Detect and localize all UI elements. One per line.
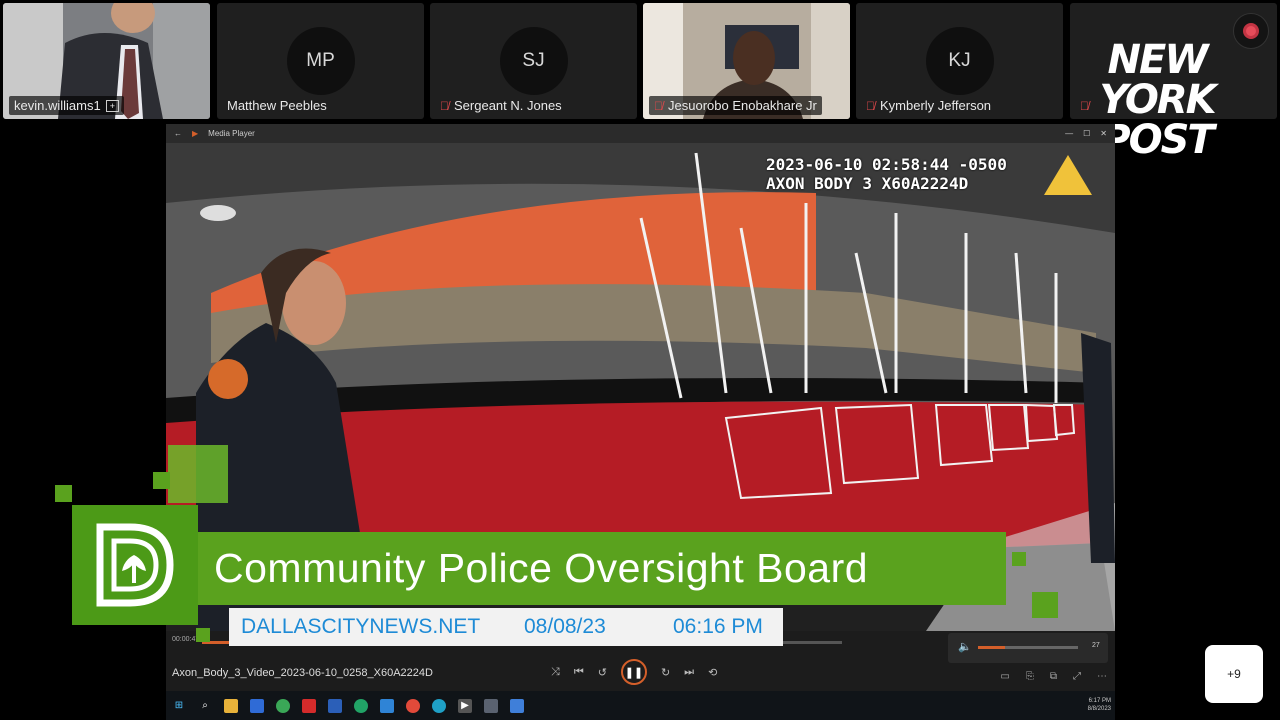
clock-time: 6:17 PM bbox=[1088, 698, 1111, 704]
logo-line: NEW bbox=[1107, 37, 1209, 83]
cast-icon[interactable]: ⎘ bbox=[1026, 671, 1034, 682]
dallas-d-icon bbox=[96, 523, 174, 607]
volume-flyout: 🔈 27 bbox=[948, 633, 1108, 663]
participant-tile-1[interactable]: kevin.williams1 + bbox=[3, 3, 210, 119]
pin-icon[interactable]: + bbox=[105, 99, 119, 112]
fullscreen-icon[interactable]: ⤢ bbox=[1073, 671, 1081, 682]
timestamp-line: 2023-06-10 02:58:44 -0500 bbox=[766, 155, 1007, 174]
participant-avatar: KJ bbox=[925, 27, 994, 95]
participant-name: 🎙̸ Kymberly Jefferson bbox=[866, 98, 992, 113]
record-icon bbox=[1243, 23, 1259, 39]
media-player-taskbar-icon[interactable]: ▶ bbox=[458, 698, 472, 713]
app-icon[interactable] bbox=[380, 698, 394, 713]
camera-icon[interactable] bbox=[484, 698, 498, 713]
participant-name: 🎙̸ bbox=[1080, 99, 1089, 113]
teams-icon[interactable] bbox=[510, 698, 524, 713]
media-player-icon: ▶ bbox=[192, 129, 199, 138]
more-options-icon[interactable]: ⋯ bbox=[1097, 671, 1107, 682]
decorative-square bbox=[1012, 552, 1026, 566]
forward-icon[interactable]: ↻ bbox=[661, 666, 670, 679]
mic-off-icon: 🎙̸ bbox=[654, 98, 663, 113]
window-title: Media Player bbox=[208, 129, 255, 138]
close-icon[interactable]: ✕ bbox=[1100, 129, 1115, 138]
mic-off-icon: 🎙̸ bbox=[1080, 99, 1089, 113]
previous-icon[interactable]: ⏮ bbox=[574, 666, 584, 679]
volume-level bbox=[978, 646, 1005, 649]
volume-value: 27 bbox=[1092, 642, 1100, 649]
app-icon[interactable] bbox=[354, 698, 368, 713]
dallas-city-logo bbox=[72, 505, 198, 625]
decorative-square bbox=[1032, 592, 1058, 618]
device-id-line: AXON BODY 3 X60A2224D bbox=[766, 174, 969, 193]
word-icon[interactable] bbox=[328, 698, 342, 713]
decorative-square bbox=[55, 485, 72, 502]
file-explorer-icon[interactable] bbox=[224, 698, 238, 713]
participant-tile-4[interactable]: 🎙̸ Jesuorobo Enobakhare Jr bbox=[643, 3, 850, 119]
acrobat-icon[interactable] bbox=[302, 698, 316, 713]
volume-icon[interactable]: 🔈 bbox=[958, 640, 972, 653]
broadcast-time: 06:16 PM bbox=[673, 615, 763, 638]
lower-third-title: Community Police Oversight Board bbox=[198, 532, 1006, 605]
participant-tile-2[interactable]: MP Matthew Peebles bbox=[217, 3, 424, 119]
app-icon[interactable] bbox=[250, 698, 264, 713]
axon-logo-icon bbox=[1044, 155, 1092, 195]
next-icon[interactable]: ⏭ bbox=[684, 666, 694, 679]
maximize-icon[interactable]: ☐ bbox=[1083, 129, 1090, 138]
participant-name: Matthew Peebles bbox=[227, 98, 327, 113]
mic-off-icon: 🎙̸ bbox=[440, 98, 449, 113]
search-icon[interactable]: ⌕ bbox=[198, 699, 212, 713]
logo-line: YORK bbox=[1099, 77, 1216, 123]
decorative-square bbox=[168, 445, 228, 503]
rewind-icon[interactable]: ↺ bbox=[598, 666, 607, 679]
website-label: DALLASCITYNEWS.NET bbox=[241, 615, 481, 638]
participant-tile-5[interactable]: KJ 🎙̸ Kymberly Jefferson bbox=[856, 3, 1063, 119]
subtitles-icon[interactable]: ▭ bbox=[1000, 671, 1009, 682]
chrome-icon[interactable] bbox=[276, 698, 290, 713]
decorative-square bbox=[196, 628, 210, 642]
video-filename: Axon_Body_3_Video_2023-06-10_0258_X60A22… bbox=[172, 667, 433, 679]
participant-avatar: SJ bbox=[499, 27, 568, 95]
participant-tile-3[interactable]: SJ 🎙̸ Sergeant N. Jones bbox=[430, 3, 637, 119]
back-arrow-icon[interactable]: ← bbox=[174, 129, 182, 138]
shuffle-icon[interactable]: ⤨ bbox=[551, 666, 560, 679]
participant-name: 🎙̸ Sergeant N. Jones bbox=[440, 98, 562, 113]
participant-name: kevin.williams1 + bbox=[9, 96, 124, 115]
more-participants-button[interactable]: +9 bbox=[1205, 645, 1263, 703]
player-titlebar: ← ▶ Media Player — ☐ ✕ bbox=[166, 124, 1115, 143]
minimize-icon[interactable]: — bbox=[1065, 129, 1073, 138]
windows-taskbar: ⊞ ⌕ ▶ 6:17 PM 8/8/2023 bbox=[166, 691, 1115, 720]
pause-button[interactable]: ❚❚ bbox=[620, 659, 647, 685]
view-controls: ▭ ⎘ ⧉ ⤢ ⋯ bbox=[1000, 671, 1107, 682]
mic-off-icon: 🎙̸ bbox=[866, 98, 875, 113]
miniplayer-icon[interactable]: ⧉ bbox=[1050, 671, 1057, 682]
participant-avatar: MP bbox=[286, 27, 355, 95]
participant-name: 🎙̸ Jesuorobo Enobakhare Jr bbox=[649, 96, 822, 115]
taskbar-clock[interactable]: 6:17 PM 8/8/2023 bbox=[1088, 697, 1111, 713]
lower-third-info-bar: DALLASCITYNEWS.NET 08/08/23 06:16 PM bbox=[229, 608, 783, 646]
volume-slider[interactable] bbox=[978, 646, 1078, 649]
bodycam-timestamp: 2023-06-10 02:58:44 -0500 AXON BODY 3 X60… bbox=[766, 155, 1007, 193]
record-button[interactable] bbox=[1233, 13, 1269, 49]
windows-start-icon[interactable]: ⊞ bbox=[172, 699, 186, 713]
media-player-window: ← ▶ Media Player — ☐ ✕ 2023-06-10 02:58:… bbox=[166, 124, 1115, 691]
decorative-square bbox=[153, 472, 170, 489]
broadcast-date: 08/08/23 bbox=[524, 615, 606, 638]
transport-controls: ⤨ ⏮ ↺ ❚❚ ↻ ⏭ ⟲ bbox=[551, 659, 717, 685]
clock-date: 8/8/2023 bbox=[1087, 706, 1111, 712]
edge-icon[interactable] bbox=[432, 698, 446, 713]
repeat-icon[interactable]: ⟲ bbox=[708, 666, 717, 679]
app-icon[interactable] bbox=[406, 698, 420, 713]
